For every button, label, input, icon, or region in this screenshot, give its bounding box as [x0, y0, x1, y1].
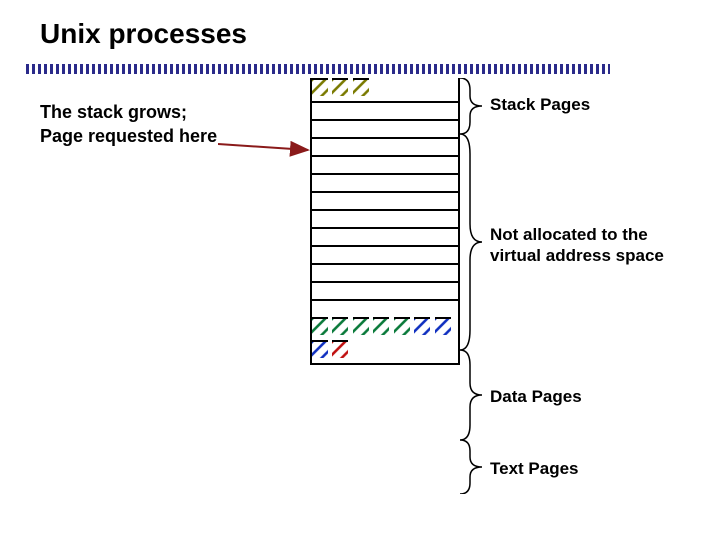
arrow-icon: [218, 140, 318, 158]
cell-empty: [312, 191, 458, 209]
memory-column: [310, 78, 460, 365]
label-gap: Not allocated to the virtual address spa…: [490, 224, 664, 267]
caption-line-1: The stack grows;: [40, 102, 187, 122]
brace-data: [458, 350, 484, 440]
label-data: Data Pages: [490, 386, 582, 407]
cell-text: [435, 317, 451, 335]
cell-stack: [312, 78, 328, 96]
cell-empty: [312, 173, 458, 191]
caption-line-2: Page requested here: [40, 126, 217, 146]
brace-stack: [458, 78, 484, 134]
label-text: Text Pages: [490, 458, 579, 479]
brace-text: [458, 440, 484, 494]
cell-empty: [312, 209, 458, 227]
cell-empty: [312, 227, 458, 245]
cell-empty: [312, 263, 458, 281]
cell-empty: [312, 137, 458, 155]
cell-text: [312, 340, 328, 358]
cell-empty: [312, 299, 458, 317]
caption: The stack grows; Page requested here: [40, 100, 217, 149]
cell-data: [353, 317, 369, 335]
label-gap-line1: Not allocated to the: [490, 225, 648, 244]
cell-stack: [353, 78, 369, 96]
cell-data: [373, 317, 389, 335]
title-underline: [26, 64, 610, 74]
page-title: Unix processes: [40, 18, 247, 50]
cell-empty: [312, 281, 458, 299]
cell-empty: [312, 119, 458, 137]
cell-data: [332, 317, 348, 335]
cell-data: [312, 317, 328, 335]
label-stack: Stack Pages: [490, 94, 590, 115]
cell-empty: [312, 155, 458, 173]
cell-data: [394, 317, 410, 335]
slide: Unix processes The stack grows; Page req…: [0, 0, 720, 540]
brace-gap: [458, 134, 484, 350]
cell-empty: [312, 101, 458, 119]
cell-empty: [312, 245, 458, 263]
label-gap-line2: virtual address space: [490, 246, 664, 265]
cell-stack: [332, 78, 348, 96]
cell-reserved: [332, 340, 348, 358]
cell-text: [414, 317, 430, 335]
